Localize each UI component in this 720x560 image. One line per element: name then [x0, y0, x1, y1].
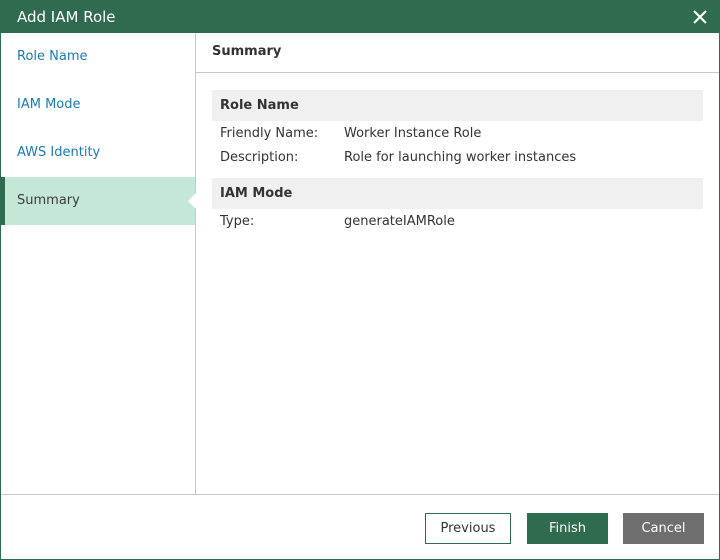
- sidebar-item-label: Summary: [17, 193, 80, 208]
- previous-button[interactable]: Previous: [425, 513, 511, 544]
- sidebar-item-aws-identity[interactable]: AWS Identity: [1, 129, 195, 177]
- sidebar-item-label: IAM Mode: [17, 97, 81, 112]
- section-heading-iam-mode: IAM Mode: [212, 178, 703, 209]
- section-heading-role-name: Role Name: [212, 90, 703, 121]
- content-header: Summary: [196, 33, 719, 73]
- sidebar-item-role-name[interactable]: Role Name: [1, 33, 195, 81]
- page-title: Summary: [212, 44, 282, 59]
- description-label: Description:: [220, 150, 299, 165]
- window-title: Add IAM Role: [17, 8, 116, 26]
- add-iam-role-dialog: Add IAM Role Role Name IAM Mode AWS Iden…: [0, 0, 720, 560]
- sidebar-item-iam-mode[interactable]: IAM Mode: [1, 81, 195, 129]
- sidebar-item-summary[interactable]: Summary: [1, 177, 196, 225]
- friendly-name-value: Worker Instance Role: [344, 126, 482, 141]
- sidebar-item-label: AWS Identity: [17, 145, 101, 160]
- summary-panel: Summary Role Name Friendly Name: Worker …: [196, 33, 719, 494]
- description-value: Role for launching worker instances: [344, 150, 577, 165]
- friendly-name-label: Friendly Name:: [220, 126, 319, 141]
- wizard-steps-sidebar: Role Name IAM Mode AWS Identity Summary: [1, 33, 196, 494]
- cancel-button[interactable]: Cancel: [623, 513, 704, 544]
- type-value: generateIAMRole: [344, 214, 455, 229]
- finish-button[interactable]: Finish: [527, 513, 608, 544]
- dialog-footer: Previous Finish Cancel: [1, 494, 719, 559]
- title-bar: Add IAM Role: [1, 1, 719, 33]
- type-label: Type:: [220, 214, 255, 229]
- close-icon[interactable]: [691, 8, 709, 26]
- active-step-indicator: [188, 193, 196, 209]
- sidebar-item-label: Role Name: [17, 49, 88, 64]
